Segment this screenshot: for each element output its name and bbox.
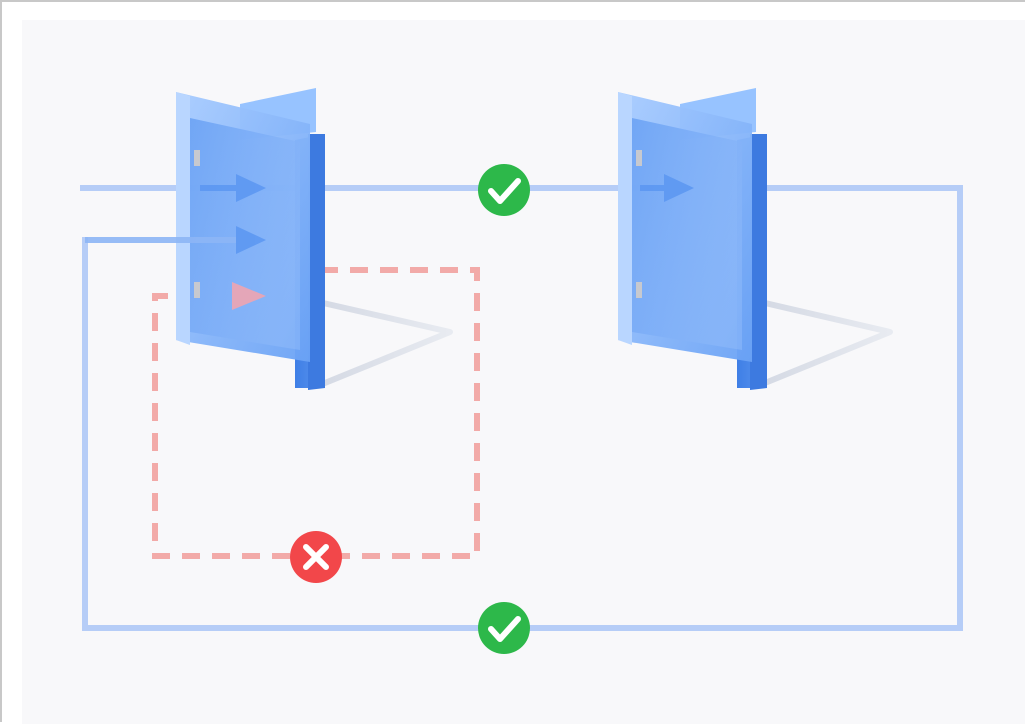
door-flow-diagram bbox=[80, 88, 963, 654]
cross-icon bbox=[290, 531, 342, 583]
arrow-middle bbox=[85, 226, 266, 254]
second-door-shadow bbox=[749, 297, 893, 388]
check-icon bbox=[478, 164, 530, 216]
door-shadows bbox=[307, 297, 893, 388]
check-icon bbox=[478, 602, 530, 654]
first-door-shadow bbox=[307, 297, 453, 388]
first-door-arrows bbox=[85, 174, 266, 310]
second-door bbox=[618, 88, 767, 390]
